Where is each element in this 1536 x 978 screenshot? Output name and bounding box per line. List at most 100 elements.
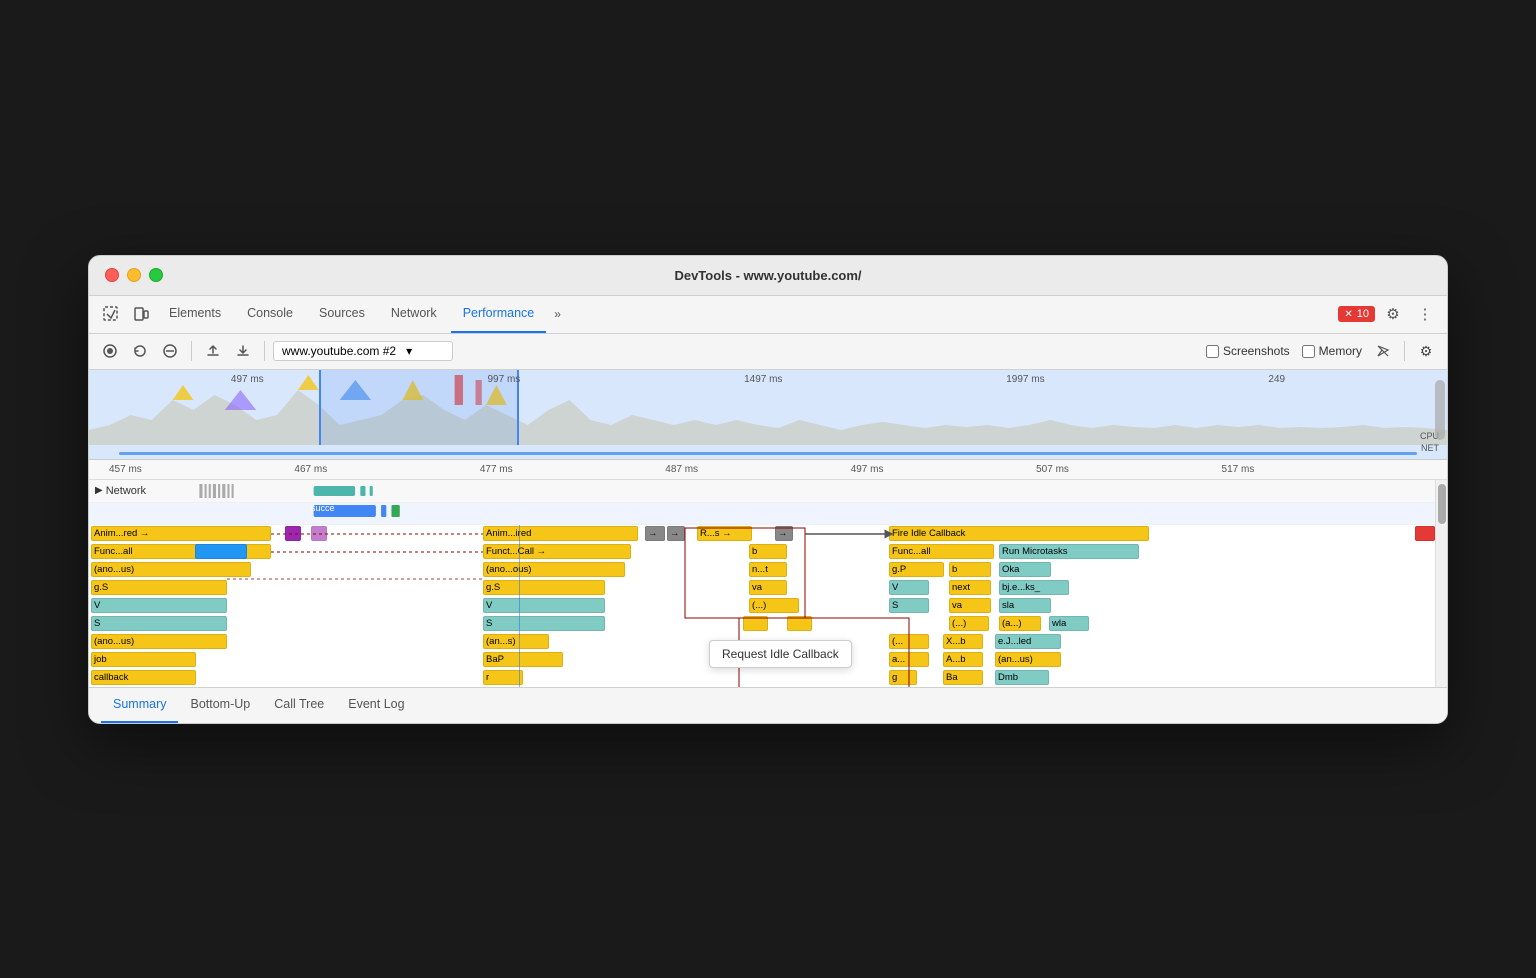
fire-idle-callback[interactable]: Fire Idle Callback [889, 526, 1149, 541]
flame-block[interactable]: va [949, 598, 991, 613]
flame-block[interactable]: S [91, 616, 227, 631]
tab-performance[interactable]: Performance [451, 295, 547, 333]
flame-chart[interactable]: Anim...red → Anim...ired → → R...s → → F… [89, 525, 1435, 687]
flame-block[interactable]: (... [889, 634, 929, 649]
reload-button[interactable] [127, 338, 153, 364]
window-title: DevTools - www.youtube.com/ [674, 268, 861, 283]
tab-summary[interactable]: Summary [101, 687, 178, 723]
tm2: 997 ms [487, 374, 520, 385]
vertical-scrollbar[interactable] [1435, 480, 1447, 687]
error-badge[interactable]: ✕ 10 [1338, 306, 1375, 322]
tooltip: Request Idle Callback [709, 640, 852, 668]
flame-block[interactable]: (an...us) [995, 652, 1061, 667]
tab-sources[interactable]: Sources [307, 295, 377, 333]
flame-block[interactable] [743, 616, 768, 631]
network-label: Network [106, 485, 146, 497]
flame-block[interactable]: R...s → [697, 526, 752, 541]
flame-block[interactable]: (...) [949, 616, 989, 631]
flame-block[interactable]: (an...s) [483, 634, 549, 649]
inspect-icon[interactable] [97, 300, 125, 328]
maximize-button[interactable] [149, 268, 163, 282]
flame-block[interactable]: sla [999, 598, 1051, 613]
flame-block[interactable]: (ano...us) [91, 562, 251, 577]
network-track: ▶ Network [89, 480, 1435, 503]
flame-block-red[interactable] [1415, 526, 1435, 541]
flame-block[interactable]: bj.e...ks_ [999, 580, 1069, 595]
minimize-button[interactable] [127, 268, 141, 282]
flame-block[interactable]: b [749, 544, 787, 559]
memory-checkbox[interactable]: Memory [1302, 344, 1362, 358]
flame-block[interactable]: g.S [483, 580, 605, 595]
flame-block[interactable]: n...t [749, 562, 787, 577]
flame-block[interactable]: S [889, 598, 929, 613]
flame-block[interactable] [195, 544, 247, 559]
bottom-tabs: Summary Bottom-Up Call Tree Event Log [89, 687, 1447, 723]
flame-block[interactable]: X...b [943, 634, 983, 649]
tm3: 1497 ms [744, 374, 782, 385]
download-button[interactable] [230, 338, 256, 364]
flame-block[interactable]: A...b [943, 652, 983, 667]
url-selector[interactable]: www.youtube.com #2 ▾ [273, 341, 453, 361]
memory-check[interactable] [1302, 345, 1315, 358]
scrollbar-thumb[interactable] [1438, 484, 1446, 524]
tab-console[interactable]: Console [235, 295, 305, 333]
flame-block[interactable]: V [889, 580, 929, 595]
tab-bottom-up[interactable]: Bottom-Up [178, 687, 262, 723]
flame-block[interactable]: job [91, 652, 196, 667]
flame-block[interactable]: (ano...ous) [483, 562, 625, 577]
flame-block[interactable]: Anim...red → [91, 526, 271, 541]
upload-button[interactable] [200, 338, 226, 364]
close-button[interactable] [105, 268, 119, 282]
settings-icon[interactable]: ⚙ [1379, 300, 1407, 328]
flame-block[interactable]: (ano...us) [91, 634, 227, 649]
flame-block[interactable]: b [949, 562, 991, 577]
screenshots-check[interactable] [1206, 345, 1219, 358]
flame-block[interactable]: V [483, 598, 605, 613]
flame-block[interactable]: Func...all [889, 544, 994, 559]
flame-row-1: Func...all Funct...Call → b Func...all R… [89, 543, 1435, 561]
timeline-overview[interactable]: 497 ms 997 ms 1497 ms 1997 ms 249 CPU NE… [89, 370, 1447, 460]
flame-block[interactable]: V [91, 598, 227, 613]
device-icon[interactable] [127, 300, 155, 328]
flame-block[interactable]: g [889, 670, 917, 685]
flame-block[interactable]: next [949, 580, 991, 595]
more-options-icon[interactable]: ⋮ [1411, 300, 1439, 328]
record-button[interactable] [97, 338, 123, 364]
flame-block[interactable]: BaP [483, 652, 563, 667]
flame-block[interactable]: a... [889, 652, 929, 667]
flame-block[interactable]: (...) [749, 598, 799, 613]
clear-button[interactable] [157, 338, 183, 364]
flame-block[interactable] [285, 526, 301, 541]
flame-block[interactable]: g.S [91, 580, 227, 595]
tab-elements[interactable]: Elements [157, 295, 233, 333]
tab-call-tree[interactable]: Call Tree [262, 687, 336, 723]
network-track-label: ▶ Network [89, 485, 189, 497]
flame-block[interactable]: wla [1049, 616, 1089, 631]
flame-block[interactable]: Anim...ired [483, 526, 638, 541]
flame-block[interactable]: Oka [999, 562, 1051, 577]
flame-block[interactable]: va [749, 580, 787, 595]
net-label: NET [1421, 443, 1439, 453]
flame-block[interactable]: S [483, 616, 605, 631]
timeline-scrollbar[interactable] [1435, 380, 1445, 440]
screenshots-checkbox[interactable]: Screenshots [1206, 344, 1290, 358]
flame-block[interactable]: e.J...led [995, 634, 1061, 649]
run-microtasks[interactable]: Run Microtasks [999, 544, 1139, 559]
flame-block[interactable] [787, 616, 812, 631]
more-tabs-button[interactable]: » [548, 307, 567, 321]
flame-block[interactable] [311, 526, 327, 541]
sep3 [1404, 341, 1405, 361]
flame-block[interactable]: Funct...Call → [483, 544, 631, 559]
clean-button[interactable] [1370, 338, 1396, 364]
flame-block[interactable]: (a...) [999, 616, 1041, 631]
flame-block[interactable]: Ba [943, 670, 983, 685]
flame-block[interactable]: callback [91, 670, 196, 685]
flame-block[interactable]: Dmb [995, 670, 1049, 685]
track-arrow: ▶ [95, 485, 103, 496]
tab-network[interactable]: Network [379, 295, 449, 333]
sep1 [191, 341, 192, 361]
flame-block[interactable]: r [483, 670, 523, 685]
tab-event-log[interactable]: Event Log [336, 687, 416, 723]
perf-settings-button[interactable]: ⚙ [1413, 338, 1439, 364]
flame-block[interactable]: g.P [889, 562, 944, 577]
